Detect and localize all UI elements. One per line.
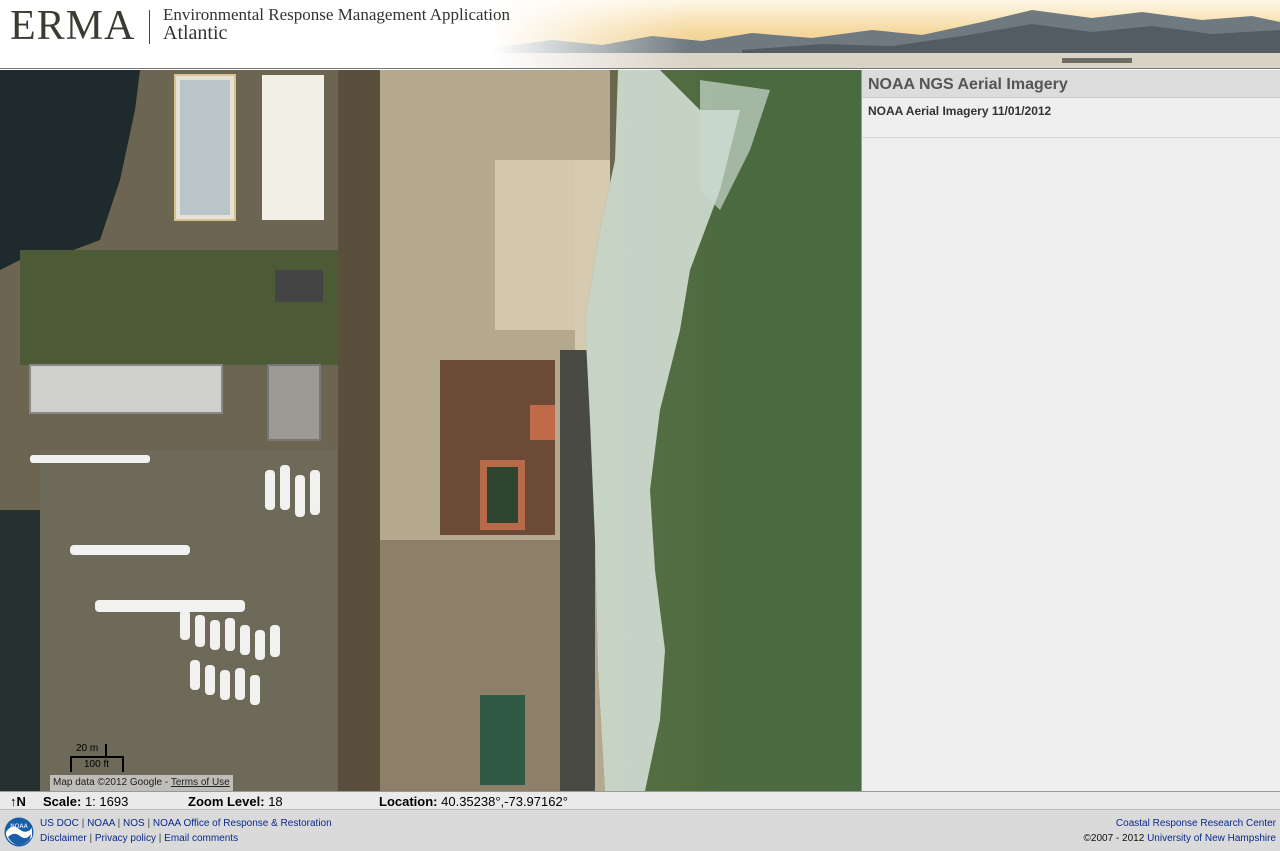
footer-link-us-doc[interactable]: US DOC [40, 818, 79, 829]
status-bar: ↑N Scale: 1: 1693 Zoom Level: 18 Locatio… [0, 791, 1280, 810]
terms-of-use-link[interactable]: Terms of Use [171, 777, 230, 788]
zoom-label: Zoom Level: [188, 794, 265, 809]
aerial-imagery [0, 70, 861, 791]
scale-bar-tick-left [70, 756, 72, 772]
footer-link-nos[interactable]: NOS [123, 818, 145, 829]
map-view[interactable]: 20 m 100 ft Map data ©2012 Google - Term… [0, 70, 861, 791]
layer-group-title[interactable]: NOAA NGS Aerial Imagery [862, 70, 1280, 98]
scale-bar: 20 m 100 ft [70, 742, 126, 772]
zoom-level: Zoom Level: 18 [188, 794, 283, 809]
banner-image [492, 0, 1280, 68]
logo-divider [149, 10, 150, 44]
crrc-link[interactable]: Coastal Response Research Center [1116, 818, 1276, 829]
map-scale: Scale: 1: 1693 [43, 794, 128, 809]
copyright-text: ©2007 - 2012 [1083, 833, 1145, 844]
copyright: ©2007 - 2012 University of New Hampshire [1084, 833, 1276, 844]
north-arrow: ↑N [10, 794, 26, 809]
north-label: N [16, 794, 26, 809]
scale-bar-imperial: 100 ft [84, 759, 110, 770]
footer-link-email[interactable]: Email comments [164, 833, 238, 844]
footer-links-primary: US DOC | NOAA | NOS | NOAA Office of Res… [40, 818, 332, 829]
map-attribution-text: Map data ©2012 Google - [53, 777, 169, 788]
footer-link-privacy[interactable]: Privacy policy [95, 833, 156, 844]
scale-label: Scale: [43, 794, 82, 809]
noaa-logo-icon[interactable]: NOAA [4, 817, 34, 847]
scale-bar-tick-metric [105, 744, 107, 757]
university-link[interactable]: University of New Hampshire [1147, 833, 1276, 844]
map-attribution: Map data ©2012 Google - Terms of Use [50, 775, 233, 791]
layer-item[interactable]: NOAA Aerial Imagery 11/01/2012 [862, 98, 1280, 138]
scale-value: 1: 1693 [84, 794, 129, 809]
app-footer: NOAA US DOC | NOAA | NOS | NOAA Office o… [0, 810, 1280, 851]
cursor-location: Location: 40.35238°,-73.97162° [379, 794, 568, 809]
layer-panel: NOAA NGS Aerial Imagery NOAA Aerial Imag… [861, 70, 1280, 791]
footer-link-disclaimer[interactable]: Disclaimer [40, 833, 87, 844]
footer-link-noaa[interactable]: NOAA [87, 818, 115, 829]
footer-links-secondary: Disclaimer | Privacy policy | Email comm… [40, 833, 238, 844]
app-region: Atlantic [163, 22, 228, 44]
app-header: ERMA Environmental Response Management A… [0, 0, 1280, 69]
scale-bar-metric: 20 m [76, 743, 99, 754]
scale-bar-tick-imperial [122, 756, 124, 772]
scale-bar-line [70, 756, 124, 758]
zoom-value: 18 [268, 794, 283, 809]
erma-logo[interactable]: ERMA [10, 2, 135, 50]
crrc-credit: Coastal Response Research Center [1116, 818, 1276, 829]
location-label: Location: [379, 794, 438, 809]
location-value: 40.35238°,-73.97162° [441, 794, 568, 809]
footer-link-response-restoration[interactable]: NOAA Office of Response & Restoration [153, 818, 332, 829]
noaa-logo-text: NOAA [10, 823, 28, 830]
